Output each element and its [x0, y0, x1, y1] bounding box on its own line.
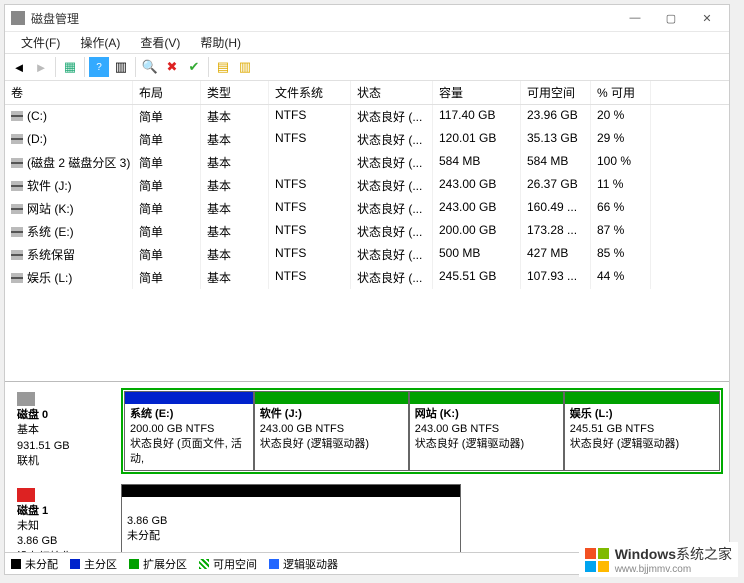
menu-view[interactable]: 查看(V) [130, 34, 190, 51]
disk-graphical-view[interactable]: 磁盘 0基本931.51 GB联机 系统 (E:)200.00 GB NTFS状… [5, 382, 729, 552]
volume-rows[interactable]: (C:) 简单基本NTFS 状态良好 (...117.40 GB23.96 GB… [5, 105, 729, 381]
disk-header[interactable]: 磁盘 0基本931.51 GB联机 [11, 388, 121, 474]
windows-logo-icon [585, 548, 609, 572]
partition-stripe [410, 392, 563, 404]
detail-button[interactable]: ▥ [235, 57, 255, 77]
legend-item: 可用空间 [199, 556, 257, 572]
partition-stripe [565, 392, 719, 404]
partition[interactable]: 3.86 GB未分配 [121, 484, 461, 552]
disk-management-window: 磁盘管理 — ▢ ✕ 文件(F) 操作(A) 查看(V) 帮助(H) ◄ ► ▦… [4, 4, 730, 575]
partition-stripe [125, 392, 253, 404]
legend-swatch [11, 559, 21, 569]
partition[interactable]: 娱乐 (L:)245.51 GB NTFS状态良好 (逻辑驱动器) [564, 391, 720, 471]
col-volume[interactable]: 卷 [5, 81, 133, 104]
col-capacity[interactable]: 容量 [433, 81, 521, 104]
partition-stripe [122, 485, 460, 497]
legend-item: 逻辑驱动器 [269, 556, 338, 572]
titlebar: 磁盘管理 — ▢ ✕ [5, 5, 729, 31]
delete-button[interactable]: ✖ [162, 57, 182, 77]
drive-icon [11, 111, 23, 121]
legend-swatch [70, 559, 80, 569]
volume-row[interactable]: (D:) 简单基本NTFS 状态良好 (...120.01 GB35.13 GB… [5, 128, 729, 151]
col-type[interactable]: 类型 [201, 81, 269, 104]
close-button[interactable]: ✕ [689, 6, 725, 30]
settings-button[interactable]: ▥ [111, 57, 131, 77]
watermark: Windows系统之家 www.bjjmmv.com [579, 542, 738, 577]
legend-item: 主分区 [70, 556, 117, 572]
views-button[interactable]: ▦ [60, 57, 80, 77]
volume-row[interactable]: 娱乐 (L:) 简单基本NTFS 状态良好 (...245.51 GB107.9… [5, 266, 729, 289]
disk-header[interactable]: 磁盘 1未知3.86 GB没有初始化 [11, 484, 121, 552]
col-pct[interactable]: % 可用 [591, 81, 651, 104]
drive-icon [11, 134, 23, 144]
col-free[interactable]: 可用空间 [521, 81, 591, 104]
legend-swatch [199, 559, 209, 569]
col-status[interactable]: 状态 [351, 81, 433, 104]
volume-row[interactable]: (磁盘 2 磁盘分区 3) 简单基本 状态良好 (...584 MB584 MB… [5, 151, 729, 174]
volume-list: 卷 布局 类型 文件系统 状态 容量 可用空间 % 可用 (C:) 简单基本NT… [5, 81, 729, 382]
watermark-site: 系统之家 [676, 546, 732, 562]
disk-icon [17, 488, 35, 502]
legend-swatch [129, 559, 139, 569]
col-fs[interactable]: 文件系统 [269, 81, 351, 104]
drive-icon [11, 273, 23, 283]
app-icon [11, 11, 25, 25]
drive-icon [11, 227, 23, 237]
drive-icon [11, 181, 23, 191]
partition-stripe [255, 392, 408, 404]
legend-swatch [269, 559, 279, 569]
partition[interactable]: 软件 (J:)243.00 GB NTFS状态良好 (逻辑驱动器) [254, 391, 409, 471]
disk-icon [17, 392, 35, 406]
col-layout[interactable]: 布局 [133, 81, 201, 104]
volume-header: 卷 布局 类型 文件系统 状态 容量 可用空间 % 可用 [5, 81, 729, 105]
partition[interactable]: 网站 (K:)243.00 GB NTFS状态良好 (逻辑驱动器) [409, 391, 564, 471]
watermark-brand: Windows [615, 546, 676, 562]
list-button[interactable]: ▤ [213, 57, 233, 77]
watermark-url: www.bjjmmv.com [615, 564, 732, 575]
action-button[interactable]: ✔ [184, 57, 204, 77]
maximize-button[interactable]: ▢ [653, 6, 689, 30]
toolbar: ◄ ► ▦ ? ▥ 🔍 ✖ ✔ ▤ ▥ [5, 53, 729, 81]
drive-icon [11, 204, 23, 214]
legend-item: 扩展分区 [129, 556, 187, 572]
menubar: 文件(F) 操作(A) 查看(V) 帮助(H) [5, 31, 729, 53]
minimize-button[interactable]: — [617, 6, 653, 30]
menu-help[interactable]: 帮助(H) [190, 34, 251, 51]
volume-row[interactable]: 系统保留 简单基本NTFS 状态良好 (...500 MB427 MB85 % [5, 243, 729, 266]
volume-row[interactable]: 网站 (K:) 简单基本NTFS 状态良好 (...243.00 GB160.4… [5, 197, 729, 220]
menu-file[interactable]: 文件(F) [11, 34, 70, 51]
partition[interactable]: 系统 (E:)200.00 GB NTFS状态良好 (页面文件, 活动, [124, 391, 254, 471]
help-button[interactable]: ? [89, 57, 109, 77]
drive-icon [11, 250, 23, 260]
volume-row[interactable]: 系统 (E:) 简单基本NTFS 状态良好 (...200.00 GB173.2… [5, 220, 729, 243]
window-title: 磁盘管理 [31, 10, 79, 27]
disk-row: 磁盘 0基本931.51 GB联机 系统 (E:)200.00 GB NTFS状… [11, 388, 723, 474]
volume-row[interactable]: (C:) 简单基本NTFS 状态良好 (...117.40 GB23.96 GB… [5, 105, 729, 128]
find-button[interactable]: 🔍 [140, 57, 160, 77]
legend-item: 未分配 [11, 556, 58, 572]
volume-row[interactable]: 软件 (J:) 简单基本NTFS 状态良好 (...243.00 GB26.37… [5, 174, 729, 197]
menu-action[interactable]: 操作(A) [70, 34, 130, 51]
back-button[interactable]: ◄ [9, 57, 29, 77]
forward-button[interactable]: ► [31, 57, 51, 77]
drive-icon [11, 158, 23, 168]
